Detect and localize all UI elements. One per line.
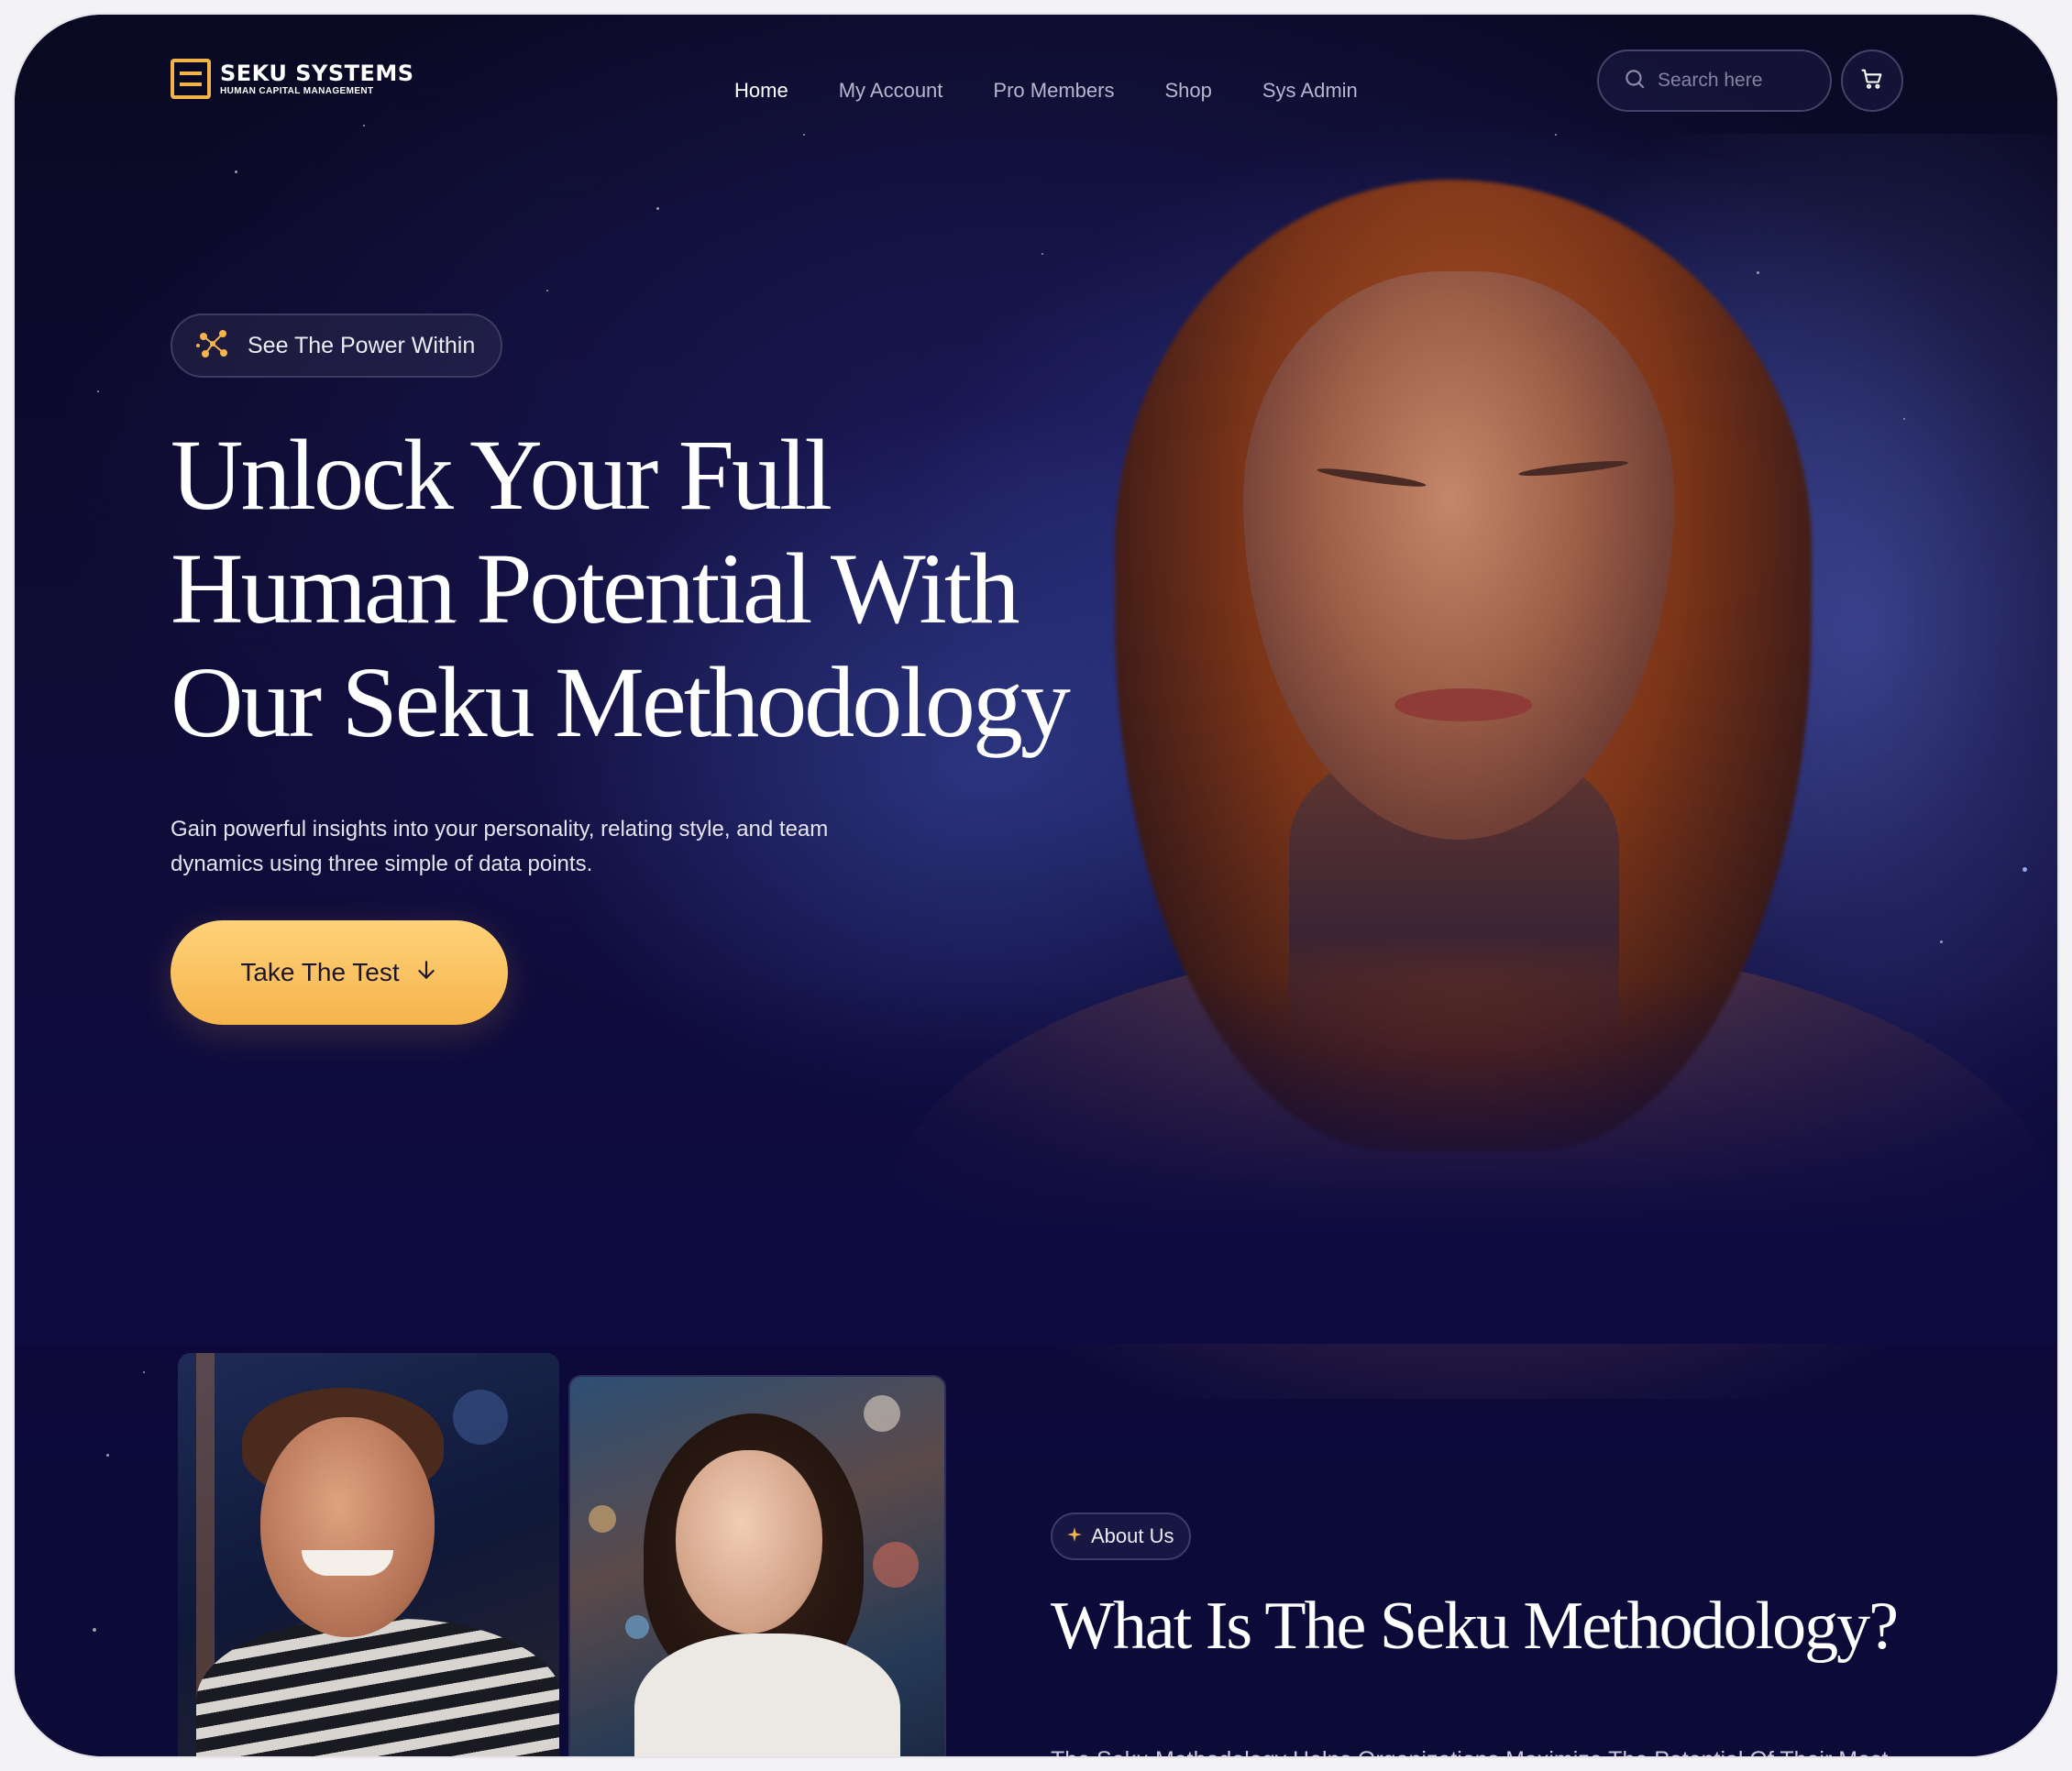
nav-home[interactable]: Home <box>734 79 788 103</box>
sparkle-icon <box>1067 1526 1082 1546</box>
hero-subtitle: Gain powerful insights into your persona… <box>171 817 829 876</box>
search-icon <box>1623 67 1647 95</box>
nav-sys-admin[interactable]: Sys Admin <box>1262 79 1358 103</box>
hero-title-line: Unlock Your Full <box>171 419 832 531</box>
cart-button[interactable] <box>1841 50 1903 112</box>
about-body: The Seku Methodology Helps Organizations… <box>1051 1743 1922 1756</box>
about-badge: About Us <box>1051 1512 1191 1560</box>
brand-tagline: Human Capital Management <box>220 85 374 96</box>
take-test-button[interactable]: Take The Test <box>171 920 508 1025</box>
brand-name: SEKU SYSTEMS <box>220 60 414 86</box>
search-box[interactable] <box>1597 50 1832 112</box>
cart-icon <box>1859 66 1885 96</box>
hero-badge: See The Power Within <box>171 314 503 378</box>
page-frame: SEKU SYSTEMS Human Capital Management Ho… <box>15 15 2057 1756</box>
main-nav: Home My Account Pro Members Shop Sys Adm… <box>734 79 1358 103</box>
about-title: What Is The Seku Methodology? <box>1051 1589 1899 1664</box>
search-input[interactable] <box>1656 69 1815 93</box>
brand-logo[interactable]: SEKU SYSTEMS Human Capital Management <box>171 59 414 99</box>
team-photo-man <box>178 1353 559 1756</box>
nav-pro-members[interactable]: Pro Members <box>993 79 1114 103</box>
logo-icon <box>171 59 211 99</box>
nav-my-account[interactable]: My Account <box>839 79 943 103</box>
constellation-icon <box>194 325 231 367</box>
take-test-label: Take The Test <box>240 958 400 986</box>
arrow-down-icon <box>414 958 438 988</box>
team-photo-woman <box>568 1375 946 1756</box>
about-badge-label: About Us <box>1091 1524 1174 1547</box>
hero-title-line: Human Potential With <box>171 533 1019 644</box>
hero-title: Unlock Your Full Human Potential With Ou… <box>171 418 1133 759</box>
hero-badge-label: See The Power Within <box>248 332 476 358</box>
hero-title-line: Our Seku Methodology <box>171 646 1071 758</box>
nav-shop[interactable]: Shop <box>1164 79 1211 103</box>
